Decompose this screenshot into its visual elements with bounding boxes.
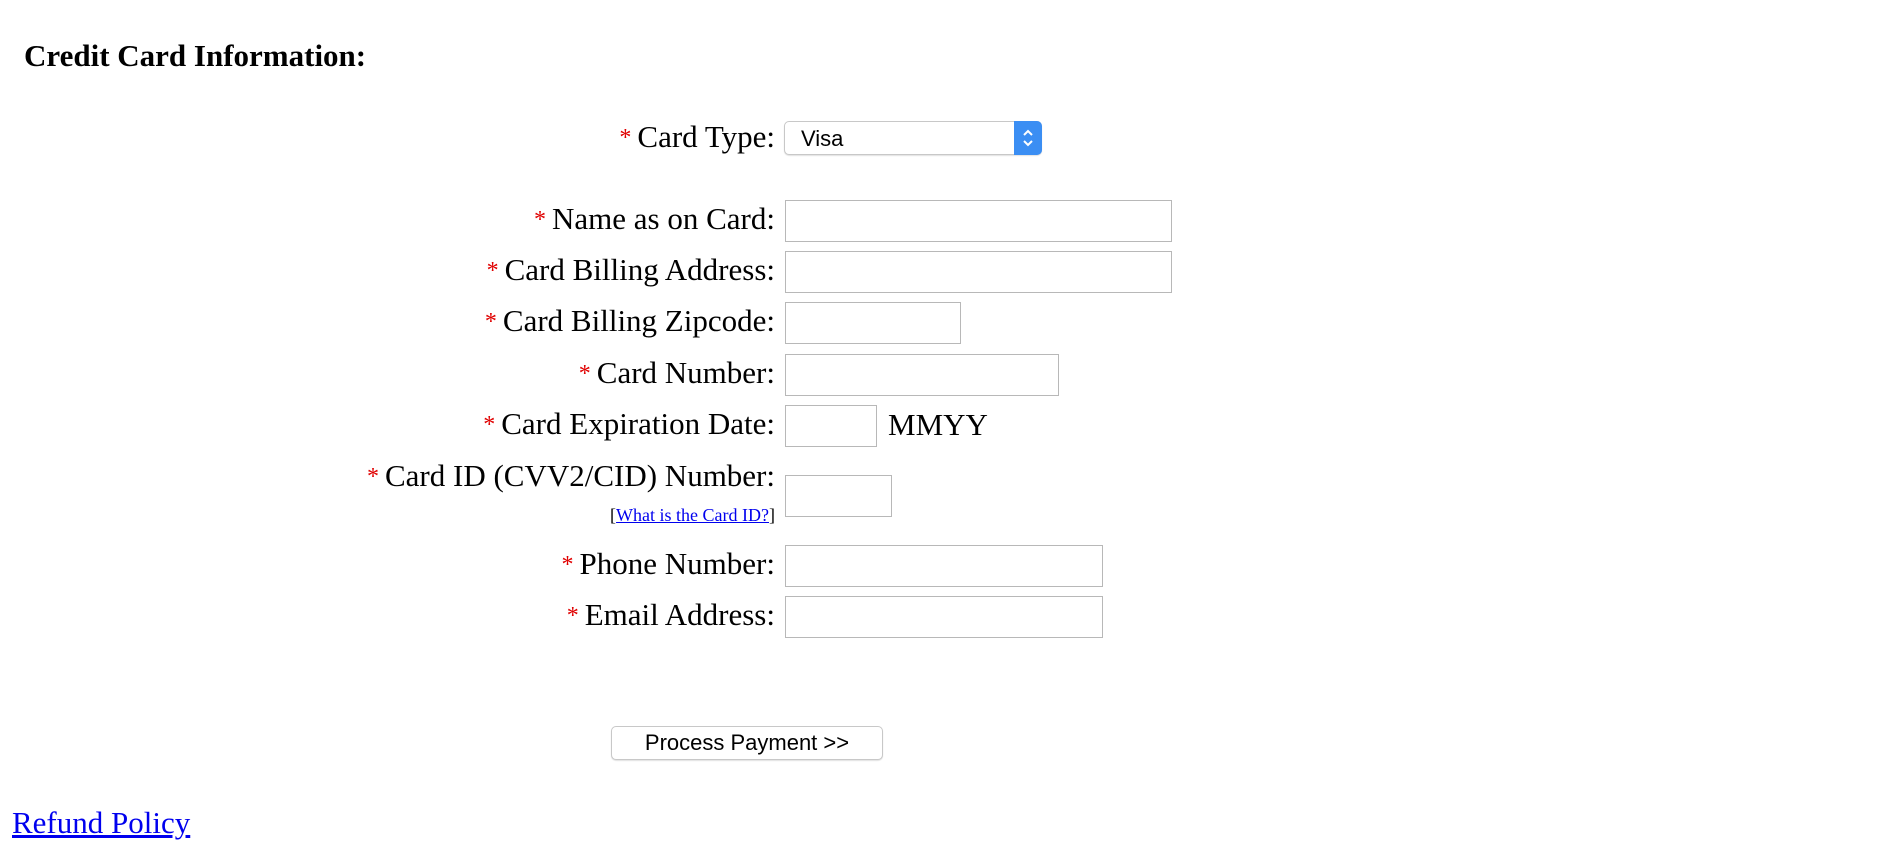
section-title: Credit Card Information: xyxy=(24,38,367,73)
card-type-selected-value: Visa xyxy=(801,126,844,151)
process-payment-button[interactable]: Process Payment >> xyxy=(611,726,883,760)
payment-page: Credit Card Information: * Card Type: Vis… xyxy=(0,0,1880,850)
card-id-label-text: Card ID (CVV2/CID) Number: xyxy=(384,458,775,493)
what-is-card-id-link[interactable]: What is the Card ID? xyxy=(616,505,769,525)
chevron-updown-icon xyxy=(1014,121,1042,155)
phone-number-label-text: Phone Number: xyxy=(579,546,775,581)
card-id-input[interactable] xyxy=(785,475,892,517)
billing-zipcode-input[interactable] xyxy=(785,302,961,344)
required-marker: * xyxy=(619,125,632,151)
phone-number-label: * Phone Number: xyxy=(562,546,775,585)
billing-zipcode-label-text: Card Billing Zipcode: xyxy=(502,303,775,338)
email-address-input[interactable] xyxy=(785,596,1103,638)
required-marker: * xyxy=(561,552,574,578)
card-id-help: [What is the Card ID?] xyxy=(610,504,775,526)
billing-address-input[interactable] xyxy=(785,251,1172,293)
card-number-input[interactable] xyxy=(785,354,1059,396)
expiration-date-label: * Card Expiration Date: xyxy=(483,406,775,445)
required-marker: * xyxy=(483,412,496,438)
name-on-card-label-text: Name as on Card: xyxy=(552,201,775,236)
billing-address-label: * Card Billing Address: xyxy=(487,252,775,291)
refund-policy-link[interactable]: Refund Policy xyxy=(12,804,190,842)
card-number-label-text: Card Number: xyxy=(596,355,775,390)
card-type-label-text: Card Type: xyxy=(637,119,775,154)
billing-zipcode-label: * Card Billing Zipcode: xyxy=(485,303,775,342)
name-on-card-label: * Name as on Card: xyxy=(534,201,775,240)
card-type-label: * Card Type: xyxy=(619,119,775,158)
card-id-label: * Card ID (CVV2/CID) Number: xyxy=(367,458,775,497)
required-marker: * xyxy=(486,258,499,284)
help-bracket-close: ] xyxy=(769,505,775,525)
email-address-label: * Email Address: xyxy=(567,597,775,636)
required-marker: * xyxy=(578,361,591,387)
required-marker: * xyxy=(484,309,497,335)
card-number-label: * Card Number: xyxy=(579,355,775,394)
name-on-card-input[interactable] xyxy=(785,200,1172,242)
expiration-date-label-text: Card Expiration Date: xyxy=(501,406,775,441)
expiration-date-input[interactable] xyxy=(785,405,877,447)
billing-address-label-text: Card Billing Address: xyxy=(504,252,775,287)
required-marker: * xyxy=(534,207,547,233)
required-marker: * xyxy=(566,603,579,629)
expiration-format-hint: MMYY xyxy=(888,407,988,442)
card-type-select[interactable]: Visa xyxy=(784,121,1042,155)
email-address-label-text: Email Address: xyxy=(584,597,775,632)
phone-number-input[interactable] xyxy=(785,545,1103,587)
required-marker: * xyxy=(366,464,379,490)
